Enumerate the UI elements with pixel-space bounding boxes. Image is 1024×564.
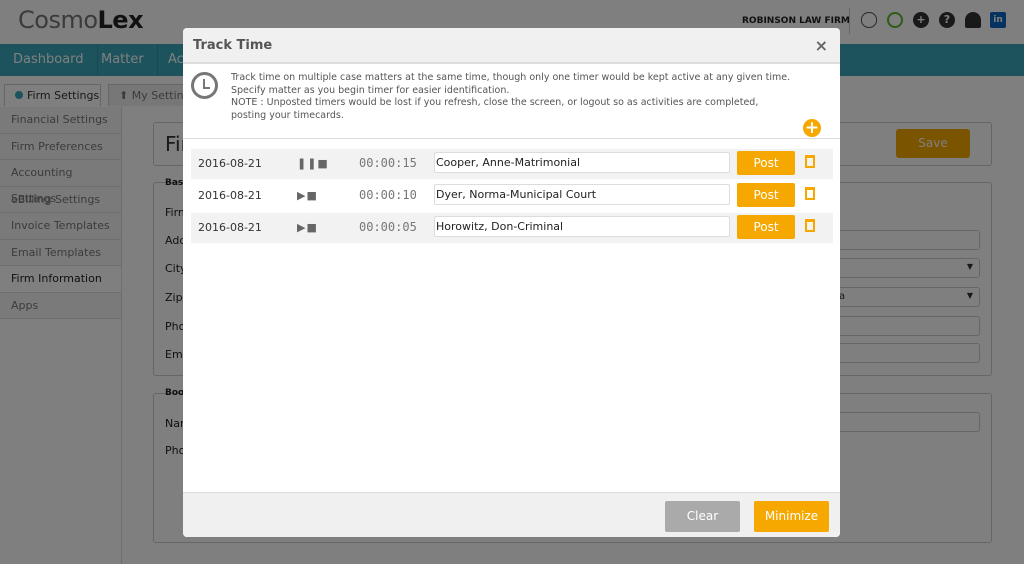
close-icon[interactable]: × — [815, 36, 828, 55]
track-time-modal: Track Time × Track time on multiple case … — [183, 28, 840, 537]
timer-row: 2016-08-21 ▶■ 00:00:05 Horowitz, Don-Cri… — [191, 213, 833, 243]
timer-date: 2016-08-21 — [198, 157, 262, 170]
matter-input[interactable]: Dyer, Norma-Municipal Court — [434, 184, 730, 205]
info-text: Track time on multiple case matters at t… — [231, 72, 791, 121]
timer-date: 2016-08-21 — [198, 221, 262, 234]
trash-icon[interactable] — [805, 187, 815, 200]
play-stop-controls[interactable]: ▶■ — [297, 189, 318, 202]
timer-display: 00:00:15 — [359, 156, 417, 170]
trash-icon[interactable] — [805, 155, 815, 168]
post-button[interactable]: Post — [737, 215, 795, 239]
modal-footer: Clear Timers Minimize — [183, 492, 840, 537]
clock-icon — [191, 72, 218, 99]
timer-row: 2016-08-21 ❚❚■ 00:00:15 Cooper, Anne-Mat… — [191, 149, 833, 179]
add-timer-button[interactable]: + — [803, 119, 821, 137]
play-stop-controls[interactable]: ▶■ — [297, 221, 318, 234]
matter-input[interactable]: Horowitz, Don-Criminal — [434, 216, 730, 237]
modal-title: Track Time — [193, 38, 273, 53]
timer-display: 00:00:05 — [359, 220, 417, 234]
minimize-button[interactable]: Minimize — [754, 501, 829, 532]
clear-timers-button[interactable]: Clear Timers — [665, 501, 740, 532]
matter-input[interactable]: Cooper, Anne-Matrimonial — [434, 152, 730, 173]
timer-row: 2016-08-21 ▶■ 00:00:10 Dyer, Norma-Munic… — [191, 181, 833, 211]
post-button[interactable]: Post — [737, 151, 795, 175]
post-button[interactable]: Post — [737, 183, 795, 207]
timer-date: 2016-08-21 — [198, 189, 262, 202]
timer-display: 00:00:10 — [359, 188, 417, 202]
trash-icon[interactable] — [805, 219, 815, 232]
modal-header: Track Time × — [183, 28, 840, 64]
pause-stop-controls[interactable]: ❚❚■ — [297, 157, 329, 170]
